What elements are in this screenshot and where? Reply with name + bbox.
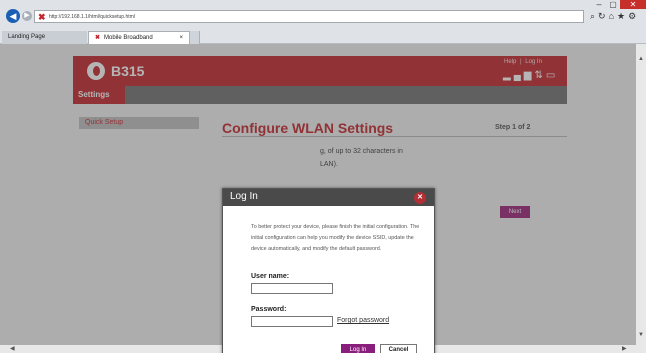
dialog-title: Log In [230, 191, 258, 202]
back-arrow-icon[interactable]: ◀ [6, 9, 20, 23]
tab-landing-page[interactable]: Landing Page [2, 31, 87, 44]
username-label: User name: [251, 273, 290, 280]
new-tab-button[interactable] [190, 31, 200, 44]
scroll-right-icon[interactable]: ▶ [622, 345, 627, 352]
login-button[interactable]: Log In [341, 344, 375, 353]
address-bar[interactable]: ✖ http://192.168.1.1/html/quicksetup.htm… [34, 10, 584, 23]
forward-arrow-icon[interactable]: ▶ [22, 11, 32, 21]
maximize-icon[interactable]: ▢ [606, 0, 620, 9]
scroll-down-icon[interactable]: ▼ [636, 332, 646, 340]
login-dialog: Log In ✕ To better protect your device, … [222, 188, 435, 353]
window-close-icon[interactable]: ✕ [620, 0, 646, 9]
scroll-left-icon[interactable]: ◀ [10, 345, 15, 352]
scroll-up-icon[interactable]: ▲ [636, 56, 646, 64]
home-icon[interactable]: ⌂ [609, 11, 614, 21]
vertical-scrollbar[interactable]: ▲ ▼ [636, 44, 646, 345]
refresh-icon[interactable]: ↻ [598, 11, 606, 21]
search-icon[interactable]: ⌕ [590, 11, 595, 21]
modal-overlay: Log In ✕ To better protect your device, … [0, 44, 636, 353]
close-icon[interactable]: ✕ [414, 192, 426, 204]
forgot-password-link[interactable]: Forgot password [337, 317, 389, 324]
tab-label: Mobile Broadband [104, 35, 153, 41]
password-label: Password: [251, 306, 287, 313]
address-url: http://192.168.1.1/html/quicksetup.html [49, 14, 135, 20]
tab-strip: Landing Page ✖ Mobile Broadband × [0, 31, 646, 44]
toolbar-icons: ⌕ ↻ ⌂ ★ ⚙ [590, 9, 646, 23]
tab-label: Landing Page [8, 34, 46, 40]
tab-favicon-icon: ✖ [95, 35, 101, 41]
favorites-star-icon[interactable]: ★ [617, 11, 625, 21]
cancel-button[interactable]: Cancel [380, 344, 417, 353]
tab-mobile-broadband[interactable]: ✖ Mobile Broadband × [88, 31, 190, 44]
dialog-header: Log In ✕ [223, 189, 434, 206]
settings-gear-icon[interactable]: ⚙ [628, 11, 636, 21]
dialog-message: To better protect your device, please fi… [251, 224, 420, 252]
minimize-icon[interactable]: – [592, 0, 606, 9]
username-input[interactable] [251, 283, 333, 294]
browser-chrome: – ▢ ✕ ◀ ▶ ✖ http://192.168.1.1/html/quic… [0, 0, 646, 44]
site-favicon-icon: ✖ [38, 12, 46, 22]
password-input[interactable] [251, 316, 333, 327]
